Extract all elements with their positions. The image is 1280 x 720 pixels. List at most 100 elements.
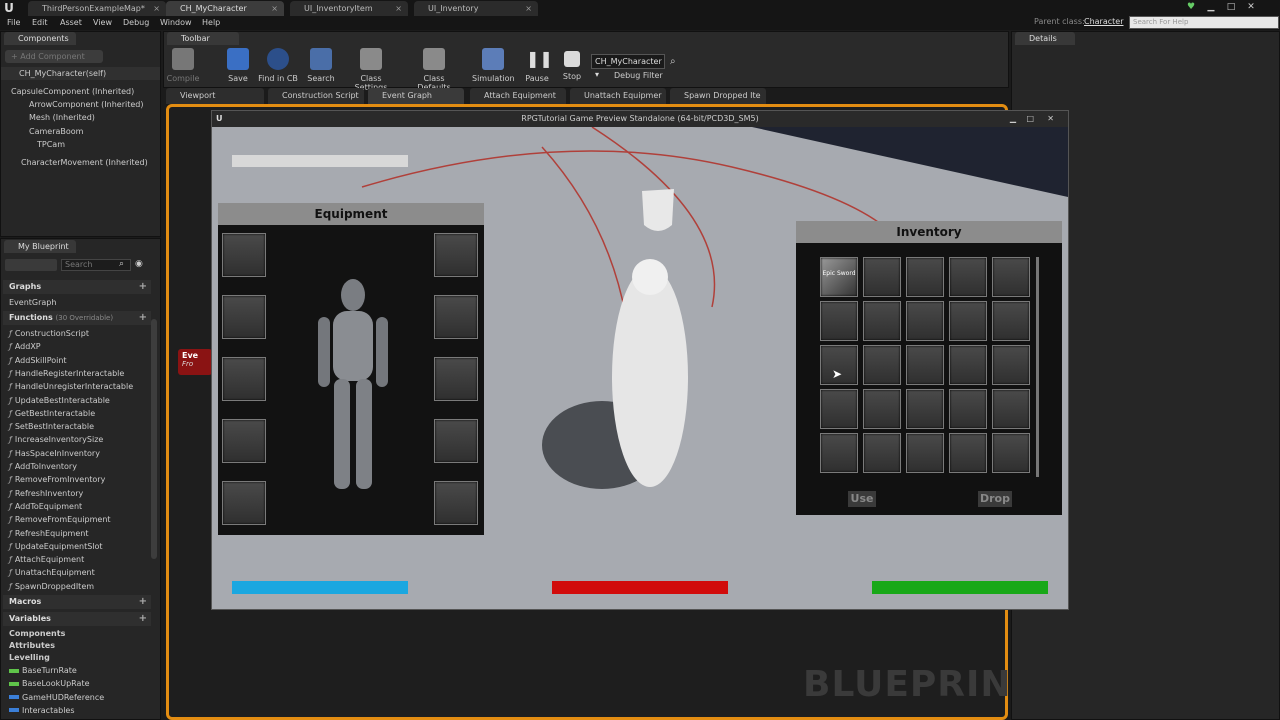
debug-object-select[interactable]: CH_MyCharacter ▾ — [591, 54, 665, 79]
function-item[interactable]: ƒ RemoveFromEquipment — [9, 513, 111, 526]
tree-item-camera-boom[interactable]: CameraBoom — [29, 125, 83, 138]
add-graph-icon[interactable]: + — [139, 280, 147, 294]
inventory-slot[interactable] — [863, 345, 901, 385]
class-defaults-button[interactable]: Class Defaults — [407, 46, 461, 92]
stop-button[interactable]: Stop — [560, 46, 584, 86]
doc-tab-inventory[interactable]: UI_Inventory × — [414, 1, 538, 16]
functions-section-header[interactable]: Functions (30 Overridable) + — [3, 311, 151, 325]
function-item[interactable]: ƒ ConstructionScript — [9, 327, 89, 340]
function-item[interactable]: ƒ HandleRegisterInteractable — [9, 367, 124, 380]
function-item[interactable]: ƒ UpdateBestInteractable — [9, 394, 110, 407]
scrollbar[interactable] — [1036, 257, 1039, 477]
function-item[interactable]: ƒ SpawnDroppedItem — [9, 580, 94, 593]
class-settings-button[interactable]: Class Settings — [344, 46, 398, 92]
help-search-input[interactable]: Search For Help — [1129, 16, 1279, 29]
inventory-slot[interactable] — [906, 345, 944, 385]
find-in-cb-button[interactable]: Find in CB — [257, 46, 299, 86]
inventory-slot[interactable] — [906, 257, 944, 297]
function-item[interactable]: ƒ AddToInventory — [9, 460, 77, 473]
menu-edit[interactable]: Edit — [32, 16, 48, 30]
add-component-button[interactable]: + Add Component — [5, 50, 103, 63]
inventory-slot[interactable] — [906, 389, 944, 429]
inventory-slot[interactable] — [949, 257, 987, 297]
inventory-slot[interactable] — [949, 301, 987, 341]
tab-viewport[interactable]: Viewport — [166, 88, 264, 104]
function-item[interactable]: ƒ RemoveFromInventory — [9, 473, 105, 486]
drop-button[interactable]: Drop — [978, 491, 1012, 507]
function-item[interactable]: ƒ AttachEquipment — [9, 553, 84, 566]
close-icon[interactable]: × — [153, 1, 160, 16]
variable-item[interactable]: BaseLookUpRate — [9, 677, 90, 690]
tab-spawn-dropped-item[interactable]: Spawn Dropped Ite — [670, 88, 766, 104]
tab-event-graph[interactable]: Event Graph — [368, 88, 464, 104]
game-preview-window[interactable]: U RPGTutorial Game Preview Standalone (6… — [211, 110, 1069, 610]
save-button[interactable]: Save — [226, 46, 250, 86]
close-icon[interactable]: × — [271, 1, 278, 16]
variable-group-levelling[interactable]: Levelling — [9, 651, 50, 664]
simulation-button[interactable]: Simulation — [472, 46, 515, 86]
graph-item-eventgraph[interactable]: EventGraph — [9, 296, 56, 309]
function-item[interactable]: ƒ IncreaseInventorySize — [9, 433, 103, 446]
search-button[interactable]: Search — [306, 46, 336, 86]
inventory-slot[interactable] — [863, 257, 901, 297]
function-item[interactable]: ƒ AddToEquipment — [9, 500, 82, 513]
close-window-icon[interactable]: ✕ — [1244, 1, 1258, 13]
variables-section-header[interactable]: Variables + — [3, 612, 151, 626]
inventory-slot[interactable] — [992, 345, 1030, 385]
scrollbar[interactable] — [151, 319, 157, 559]
minimize-icon[interactable]: ▁ — [1010, 111, 1016, 127]
inventory-slot[interactable]: Epic Sword — [820, 257, 858, 297]
maximize-icon[interactable]: □ — [1224, 1, 1238, 13]
variable-item[interactable]: Interactables — [9, 704, 75, 717]
menu-help[interactable]: Help — [202, 16, 220, 30]
inventory-slot[interactable] — [863, 301, 901, 341]
equipment-slot[interactable] — [222, 419, 266, 463]
close-icon[interactable]: × — [395, 1, 402, 16]
add-new-button[interactable] — [5, 259, 57, 271]
inventory-slot[interactable] — [992, 301, 1030, 341]
macros-section-header[interactable]: Macros + — [3, 595, 151, 609]
notification-icon[interactable]: ♥ — [1184, 1, 1198, 13]
menu-window[interactable]: Window — [160, 16, 192, 30]
equipment-slot[interactable] — [222, 295, 266, 339]
equipment-slot[interactable] — [434, 357, 478, 401]
event-node[interactable]: Eve Fro — [178, 349, 212, 375]
pause-button[interactable]: ❚❚ Pause — [524, 46, 553, 86]
variable-item[interactable]: BaseTurnRate — [9, 664, 77, 677]
inventory-slot[interactable] — [906, 433, 944, 473]
equipment-slot[interactable] — [222, 233, 266, 277]
menu-file[interactable]: File — [7, 16, 20, 30]
details-tab[interactable]: Details — [1015, 32, 1075, 45]
minimize-icon[interactable]: ▁ — [1204, 1, 1218, 13]
menu-debug[interactable]: Debug — [123, 16, 149, 30]
inventory-slot[interactable] — [949, 389, 987, 429]
inventory-slot[interactable] — [820, 301, 858, 341]
doc-tab-character[interactable]: CH_MyCharacter × — [166, 1, 284, 16]
add-macro-icon[interactable]: + — [139, 595, 147, 609]
function-item[interactable]: ƒ HandleUnregisterInteractable — [9, 380, 133, 393]
inventory-slot[interactable] — [949, 345, 987, 385]
close-icon[interactable]: ✕ — [1047, 111, 1054, 127]
function-item[interactable]: ƒ UnattachEquipment — [9, 566, 95, 579]
inventory-slot[interactable] — [992, 389, 1030, 429]
use-button[interactable]: Use — [848, 491, 876, 507]
variable-item[interactable]: GameHUDReference — [9, 691, 104, 704]
equipment-slot[interactable] — [222, 357, 266, 401]
inventory-slot[interactable] — [906, 301, 944, 341]
equipment-slot[interactable] — [434, 419, 478, 463]
game-window-titlebar[interactable]: U RPGTutorial Game Preview Standalone (6… — [212, 111, 1068, 127]
graphs-section-header[interactable]: Graphs + — [3, 280, 151, 294]
menu-asset[interactable]: Asset — [60, 16, 82, 30]
inventory-slot[interactable] — [820, 433, 858, 473]
tab-unattach-equipment[interactable]: Unattach Equipmer — [570, 88, 666, 104]
inventory-slot[interactable] — [992, 257, 1030, 297]
tree-item-arrow[interactable]: ArrowComponent (Inherited) — [29, 98, 143, 111]
toolbar-tab[interactable]: Toolbar — [167, 32, 239, 45]
tree-item-mesh[interactable]: Mesh (Inherited) — [29, 111, 95, 124]
tree-item-capsule[interactable]: CapsuleComponent (Inherited) — [11, 85, 134, 98]
doc-tab-inventory-item[interactable]: UI_InventoryItem × — [290, 1, 408, 16]
inventory-slot[interactable] — [949, 433, 987, 473]
self-component-item[interactable]: CH_MyCharacter(self) — [1, 67, 160, 80]
maximize-icon[interactable]: □ — [1026, 111, 1034, 127]
equipment-slot[interactable] — [434, 295, 478, 339]
